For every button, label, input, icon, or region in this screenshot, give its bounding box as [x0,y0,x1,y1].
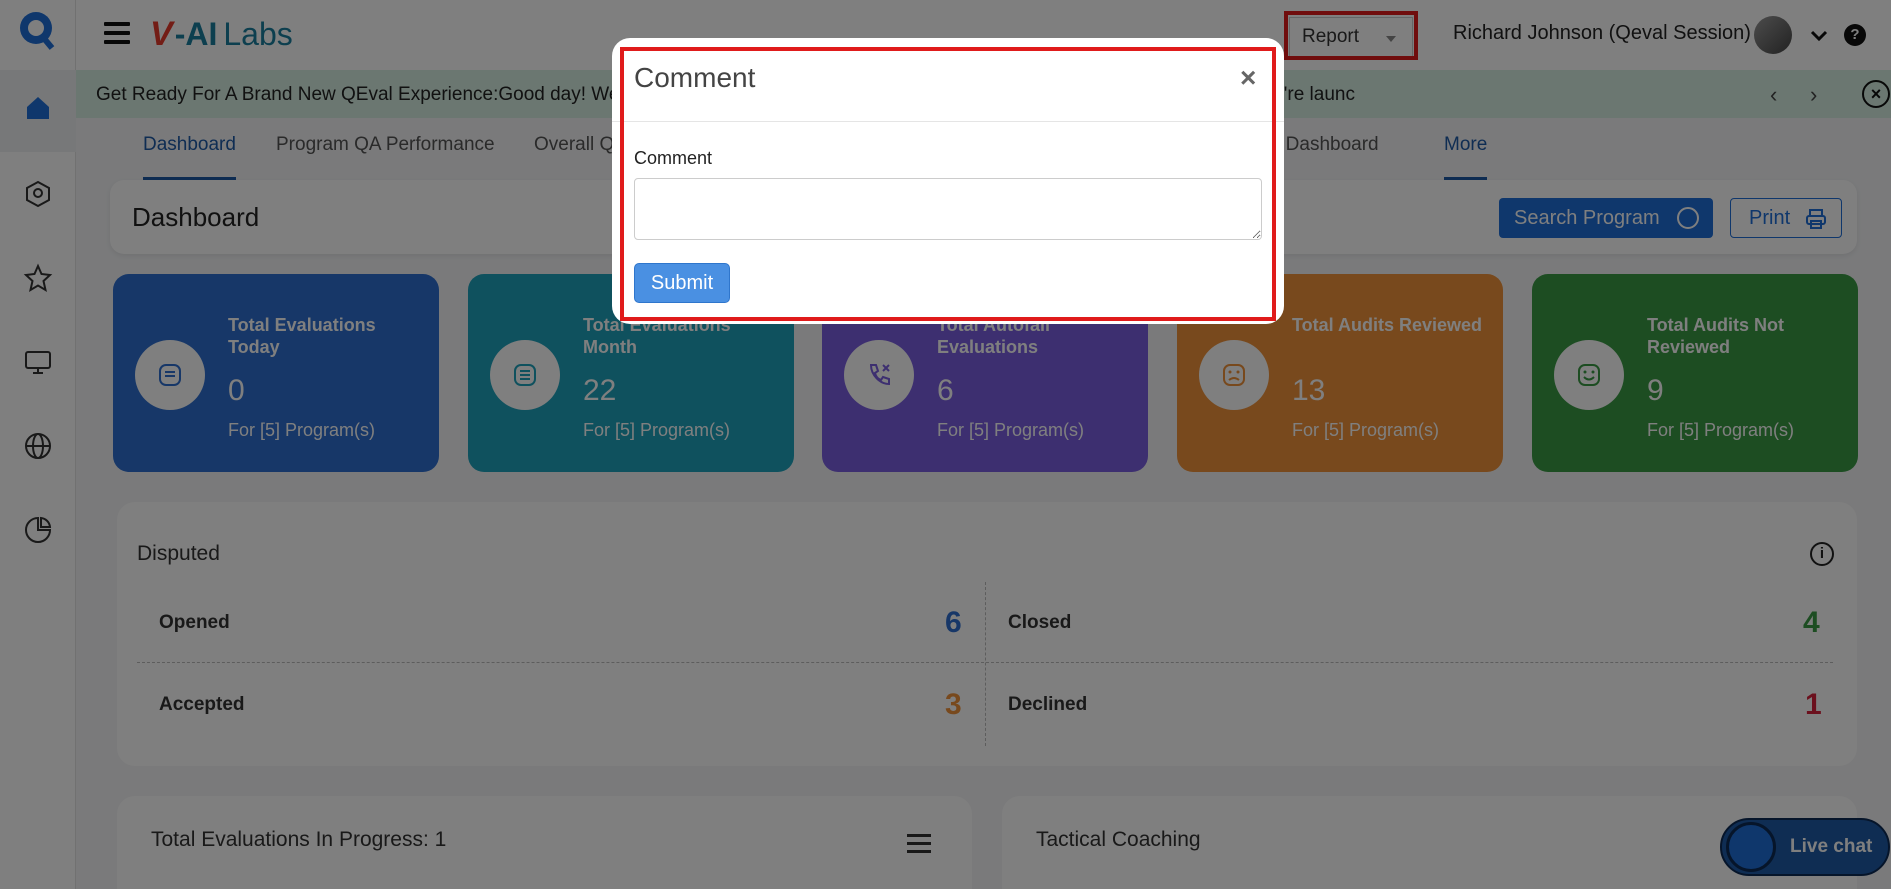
modal-highlight [620,47,1276,321]
